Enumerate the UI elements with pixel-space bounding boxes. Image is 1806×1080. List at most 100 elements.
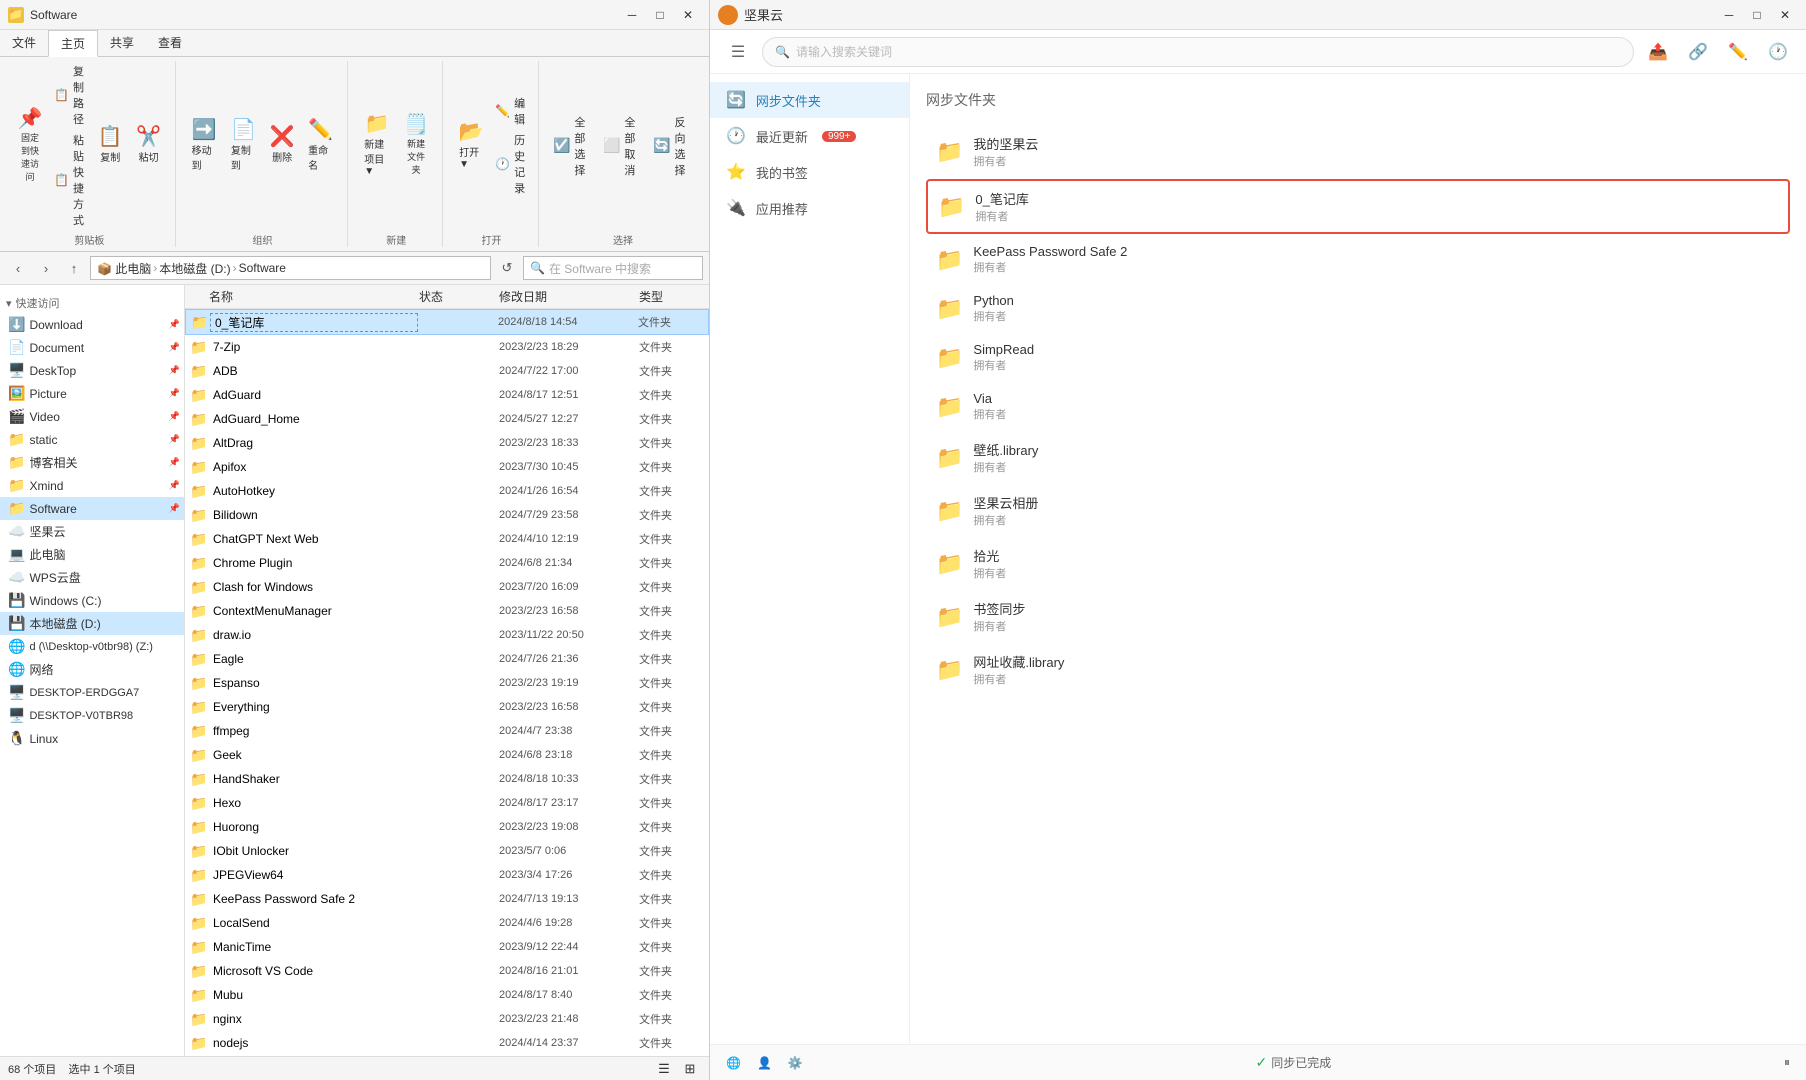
jgy-nav-sync[interactable]: 🔄 网步文件夹	[710, 82, 909, 118]
jgy-folder-item[interactable]: 📁KeePass Password Safe 2拥有者	[926, 236, 1790, 283]
jgy-folder-item[interactable]: 📁Via拥有者	[926, 383, 1790, 430]
file-row[interactable]: 📁HandShaker2024/8/18 10:33文件夹	[185, 767, 709, 791]
close-button[interactable]: ✕	[675, 5, 701, 25]
jgy-nav-recent[interactable]: 🕐 最近更新 999+	[710, 118, 909, 154]
file-row[interactable]: 📁Apifox2023/7/30 10:45文件夹	[185, 455, 709, 479]
edit-button[interactable]: ✏️ 编辑	[491, 93, 530, 129]
file-row[interactable]: 📁Microsoft VS Code2024/8/16 21:01文件夹	[185, 959, 709, 983]
file-row[interactable]: 📁Everything2023/2/23 16:58文件夹	[185, 695, 709, 719]
jgy-share-button[interactable]: 🔗	[1682, 36, 1714, 68]
address-path[interactable]: 📦 此电脑 › 本地磁盘 (D:) › Software	[90, 256, 491, 280]
file-row[interactable]: 📁Huorong2023/2/23 19:08文件夹	[185, 815, 709, 839]
file-row[interactable]: 📁nginx2023/2/23 21:48文件夹	[185, 1007, 709, 1031]
file-row[interactable]: 📁AutoHotkey2024/1/26 16:54文件夹	[185, 479, 709, 503]
file-row[interactable]: 📁draw.io2023/11/22 20:50文件夹	[185, 623, 709, 647]
jgy-folder-item[interactable]: 📁0_笔记库拥有者	[926, 179, 1790, 234]
sidebar-item-desktop[interactable]: 🖥️ DeskTop 📌	[0, 359, 184, 382]
file-row[interactable]: 📁LocalSend2024/4/6 19:28文件夹	[185, 911, 709, 935]
file-row[interactable]: 📁ffmpeg2024/4/7 23:38文件夹	[185, 719, 709, 743]
file-row[interactable]: 📁AdGuard2024/8/17 12:51文件夹	[185, 383, 709, 407]
sidebar-item-pc[interactable]: 💻 此电脑	[0, 543, 184, 566]
copy-path-button[interactable]: 📋 复制路径	[50, 61, 90, 129]
copy-button[interactable]: 📋 复制	[92, 125, 129, 166]
sidebar-item-xmind[interactable]: 📁 Xmind 📌	[0, 474, 184, 497]
tab-share[interactable]: 共享	[98, 30, 146, 56]
jgy-maximize-button[interactable]: □	[1744, 5, 1770, 25]
col-status-header[interactable]: 状态	[419, 288, 499, 305]
sidebar-item-static[interactable]: 📁 static 📌	[0, 428, 184, 451]
pin-button[interactable]: 📌 固定到快速访问	[12, 107, 48, 185]
file-row[interactable]: 📁AltDrag2023/2/23 18:33文件夹	[185, 431, 709, 455]
file-row[interactable]: 📁Bilidown2024/7/29 23:58文件夹	[185, 503, 709, 527]
jgy-folder-item[interactable]: 📁拾光拥有者	[926, 538, 1790, 589]
copy-to-button[interactable]: 📄 复制到	[225, 118, 262, 174]
refresh-button[interactable]: ↺	[495, 256, 519, 280]
grid-view-button[interactable]: ⊞	[679, 1058, 701, 1080]
up-button[interactable]: ↑	[62, 256, 86, 280]
file-row[interactable]: 📁nodejs2024/4/14 23:37文件夹	[185, 1031, 709, 1055]
file-row[interactable]: 📁Hexo2024/8/17 23:17文件夹	[185, 791, 709, 815]
rename-button[interactable]: ✏️ 重命名	[302, 118, 339, 174]
cut-button[interactable]: ✂️ 粘切	[131, 125, 167, 166]
sidebar-item-c[interactable]: 💾 Windows (C:)	[0, 589, 184, 612]
maximize-button[interactable]: □	[647, 5, 673, 25]
select-all-button[interactable]: ☑️ 全部选择	[549, 112, 597, 180]
tab-home[interactable]: 主页	[48, 30, 98, 57]
sidebar-item-d[interactable]: 💾 本地磁盘 (D:)	[0, 612, 184, 635]
jgy-folder-item[interactable]: 📁坚果云相册拥有者	[926, 485, 1790, 536]
jgy-folder-item[interactable]: 📁Python拥有者	[926, 285, 1790, 332]
sidebar-item-jianguoyun[interactable]: ☁️ 坚果云	[0, 520, 184, 543]
file-row[interactable]: 📁IObit Unlocker2023/5/7 0:06文件夹	[185, 839, 709, 863]
delete-button[interactable]: ❌ 删除	[264, 125, 300, 166]
file-row[interactable]: 📁JPEGView642023/3/4 17:26文件夹	[185, 863, 709, 887]
search-box[interactable]: 🔍 在 Software 中搜索	[523, 256, 703, 280]
file-row[interactable]: 📁Clash for Windows2023/7/20 16:09文件夹	[185, 575, 709, 599]
sidebar-item-wps[interactable]: ☁️ WPS云盘	[0, 566, 184, 589]
new-item-button[interactable]: 📁 新建项目▼	[358, 112, 396, 179]
jgy-folder-item[interactable]: 📁SimpRead拥有者	[926, 334, 1790, 381]
tab-view[interactable]: 查看	[146, 30, 194, 56]
file-row[interactable]: 📁ADB2024/7/22 17:00文件夹	[185, 359, 709, 383]
jgy-nav-bookmark[interactable]: ⭐ 我的书签	[710, 154, 909, 190]
sidebar-item-linux[interactable]: 🐧 Linux	[0, 727, 184, 750]
jgy-folder-item[interactable]: 📁网址收藏.library拥有者	[926, 644, 1790, 695]
file-row[interactable]: 📁ChatGPT Next Web2024/4/10 12:19文件夹	[185, 527, 709, 551]
file-row[interactable]: 📁ManicTime2023/9/12 22:44文件夹	[185, 935, 709, 959]
file-row[interactable]: 📁Chrome Plugin2024/6/8 21:34文件夹	[185, 551, 709, 575]
file-row[interactable]: 📁Geek2024/6/8 23:18文件夹	[185, 743, 709, 767]
tab-file[interactable]: 文件	[0, 30, 48, 56]
history-button[interactable]: 🕐 历史记录	[491, 130, 530, 198]
sidebar-item-download[interactable]: ⬇️ Download 📌	[0, 313, 184, 336]
col-date-header[interactable]: 修改日期	[499, 288, 639, 305]
file-row[interactable]: 📁AdGuard_Home2024/5/27 12:27文件夹	[185, 407, 709, 431]
sidebar-item-desktop-erd[interactable]: 🖥️ DESKTOP-ERDGGA7	[0, 681, 184, 704]
minimize-button[interactable]: ─	[619, 5, 645, 25]
open-button[interactable]: 📂 打开▼	[453, 120, 489, 172]
sidebar-item-document[interactable]: 📄 Document 📌	[0, 336, 184, 359]
paste-shortcut-button[interactable]: 📋 粘贴快捷方式	[50, 130, 90, 230]
jgy-pause-item[interactable]: ⏸	[1784, 1055, 1790, 1070]
jgy-close-button[interactable]: ✕	[1772, 5, 1798, 25]
forward-button[interactable]: ›	[34, 256, 58, 280]
file-row[interactable]: 📁Eagle2024/7/26 21:36文件夹	[185, 647, 709, 671]
sidebar-item-z[interactable]: 🌐 d (\\Desktop-v0tbr98) (Z:)	[0, 635, 184, 658]
jgy-history-button[interactable]: 🕐	[1762, 36, 1794, 68]
sidebar-item-desktop-v0t[interactable]: 🖥️ DESKTOP-V0TBR98	[0, 704, 184, 727]
jgy-minimize-button[interactable]: ─	[1716, 5, 1742, 25]
sidebar-item-network[interactable]: 🌐 网络	[0, 658, 184, 681]
deselect-all-button[interactable]: ⬜ 全部取消	[599, 112, 647, 180]
jgy-folder-item[interactable]: 📁书签同步拥有者	[926, 591, 1790, 642]
jgy-nav-apps[interactable]: 🔌 应用推荐	[710, 190, 909, 226]
new-folder-button[interactable]: 🗒️ 新建文件夹	[398, 113, 434, 178]
jgy-edit-button[interactable]: ✏️	[1722, 36, 1754, 68]
jgy-search[interactable]: 🔍 请输入搜索关键词	[762, 37, 1634, 67]
list-view-button[interactable]: ☰	[653, 1058, 675, 1080]
sidebar-item-blog[interactable]: 📁 博客相关 📌	[0, 451, 184, 474]
jgy-account-item[interactable]: 👤	[757, 1056, 772, 1070]
back-button[interactable]: ‹	[6, 256, 30, 280]
jgy-settings-item[interactable]: ⚙️	[788, 1056, 803, 1070]
jgy-menu-button[interactable]: ☰	[722, 36, 754, 68]
sidebar-item-picture[interactable]: 🖼️ Picture 📌	[0, 382, 184, 405]
move-to-button[interactable]: ➡️ 移动到	[186, 118, 223, 174]
col-type-header[interactable]: 类型	[639, 288, 709, 305]
